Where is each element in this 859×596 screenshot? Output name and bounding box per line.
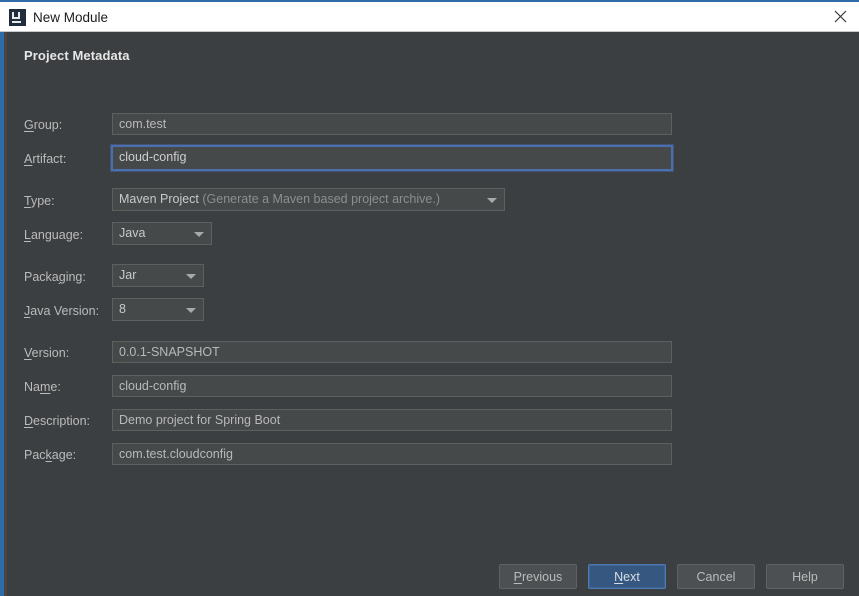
chevron-down-icon: [487, 197, 497, 203]
chevron-down-icon: [186, 273, 196, 279]
label-java-version: Java Version:: [24, 304, 100, 318]
label-name: Name:: [24, 380, 61, 394]
label-artifact: Artifact:: [24, 152, 67, 166]
title-bar: New Module: [0, 2, 859, 32]
close-icon[interactable]: [821, 2, 859, 31]
new-module-dialog-window: New Module Project Metadata Group: com.t…: [0, 0, 859, 596]
chevron-down-icon: [186, 307, 196, 313]
label-type: Type:: [24, 194, 55, 208]
previous-button[interactable]: Previous: [499, 564, 577, 589]
label-packaging: Packaging:: [24, 270, 86, 284]
next-button-label: Next: [614, 569, 640, 584]
label-version: Version:: [24, 346, 70, 360]
name-input[interactable]: cloud-config: [112, 375, 672, 397]
description-input[interactable]: Demo project for Spring Boot: [112, 409, 672, 431]
type-combobox-note: (Generate a Maven based project archive.…: [198, 192, 441, 206]
language-combobox[interactable]: Java: [112, 222, 212, 245]
language-combobox-value: Java: [119, 226, 146, 240]
label-package: Package:: [24, 448, 77, 462]
label-description: Description:: [24, 414, 91, 428]
version-input[interactable]: 0.0.1-SNAPSHOT: [112, 341, 672, 363]
dialog-content: Project Metadata Group: com.test Artifac…: [7, 32, 859, 596]
packaging-combobox[interactable]: Jar: [112, 264, 204, 287]
window-title: New Module: [33, 10, 109, 25]
package-input[interactable]: com.test.cloudconfig: [112, 443, 672, 465]
label-group: Group:: [24, 118, 63, 132]
next-button[interactable]: Next: [588, 564, 666, 589]
cancel-button[interactable]: Cancel: [677, 564, 755, 589]
type-combobox-value: Maven Project: [119, 192, 199, 206]
java-version-combobox-value: 8: [119, 302, 126, 316]
artifact-input[interactable]: cloud-config: [112, 146, 672, 170]
packaging-combobox-value: Jar: [119, 268, 137, 282]
java-version-combobox[interactable]: 8: [112, 298, 204, 321]
page-title: Project Metadata: [24, 48, 130, 63]
intellij-idea-icon: [9, 9, 26, 26]
previous-button-label: Previous: [513, 569, 563, 584]
chevron-down-icon: [194, 231, 204, 237]
help-button[interactable]: Help: [766, 564, 844, 589]
group-input[interactable]: com.test: [112, 113, 672, 135]
label-language: Language:: [24, 228, 84, 242]
type-combobox[interactable]: Maven Project (Generate a Maven based pr…: [112, 188, 505, 211]
